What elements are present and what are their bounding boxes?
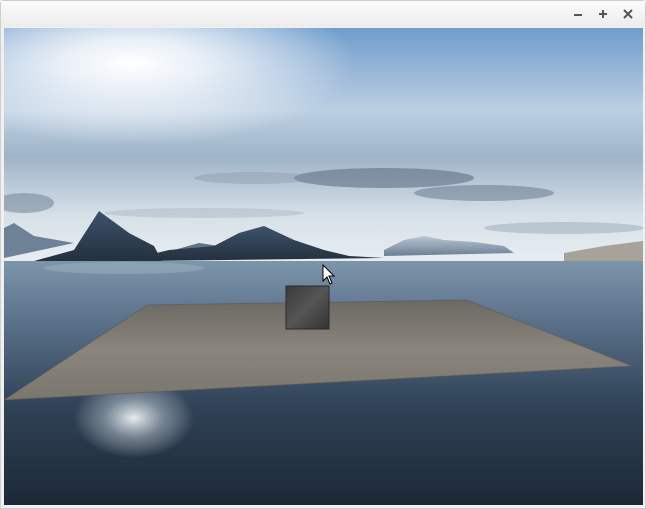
title-bar[interactable] xyxy=(1,1,645,27)
plus-icon xyxy=(599,10,607,18)
maximize-button[interactable] xyxy=(593,4,613,24)
minimize-button[interactable] xyxy=(568,4,588,24)
arrow-cursor-icon xyxy=(322,264,336,285)
close-button[interactable] xyxy=(618,4,638,24)
minimize-icon xyxy=(574,14,582,16)
app-window xyxy=(0,0,646,509)
close-icon xyxy=(623,9,633,19)
